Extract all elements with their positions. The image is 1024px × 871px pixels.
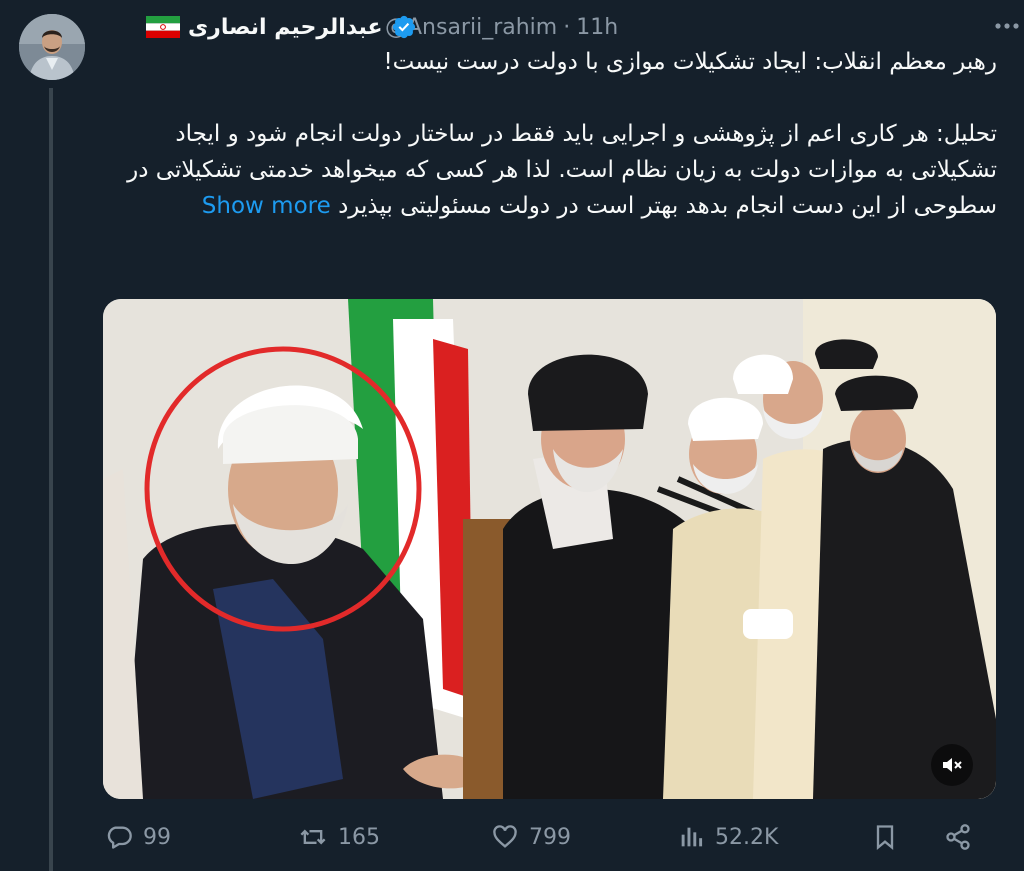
video-frame <box>103 299 996 799</box>
bookmark-icon <box>876 825 894 850</box>
name-row: عبدالرحیم انصاری <box>140 10 423 44</box>
tweet-time[interactable]: 11h <box>576 15 618 40</box>
bookmark-button[interactable] <box>871 815 909 859</box>
reply-count: 99 <box>143 824 171 850</box>
like-button[interactable]: 799 <box>491 815 571 859</box>
views-icon <box>681 827 703 847</box>
like-icon <box>493 825 517 848</box>
like-count: 799 <box>529 824 571 850</box>
retweet-icon <box>300 829 326 845</box>
share-icon <box>946 824 970 850</box>
author-name[interactable]: عبدالرحیم انصاری <box>188 15 383 40</box>
mute-button[interactable] <box>931 744 973 786</box>
action-bar: 99 165 799 52.2K <box>103 815 996 859</box>
share-button[interactable] <box>944 815 982 859</box>
show-more-link[interactable]: Show more <box>202 193 331 219</box>
author-avatar[interactable] <box>19 14 85 80</box>
reply-button[interactable]: 99 <box>105 815 171 859</box>
tweet-text: رهبر معظم انقلاب: ایجاد تشکیلات موازی با… <box>101 44 997 224</box>
avatar-image <box>19 14 85 80</box>
mute-icon <box>943 758 962 772</box>
tweet-line-1: رهبر معظم انقلاب: ایجاد تشکیلات موازی با… <box>383 49 997 75</box>
more-icon[interactable] <box>994 18 1020 34</box>
verified-icon[interactable] <box>391 14 417 40</box>
views-button[interactable]: 52.2K <box>677 815 778 859</box>
time-separator: · <box>563 14 571 40</box>
tweet-paragraph-2: تحلیل: هر کاری اعم از پژوهشی و اجرایی با… <box>101 116 997 224</box>
tweet-video[interactable] <box>103 299 996 799</box>
reply-icon <box>107 826 132 849</box>
iran-flag-icon <box>146 16 180 38</box>
views-count: 52.2K <box>715 824 779 850</box>
retweet-count: 165 <box>338 824 380 850</box>
thread-line <box>49 88 53 871</box>
retweet-button[interactable]: 165 <box>298 815 380 859</box>
